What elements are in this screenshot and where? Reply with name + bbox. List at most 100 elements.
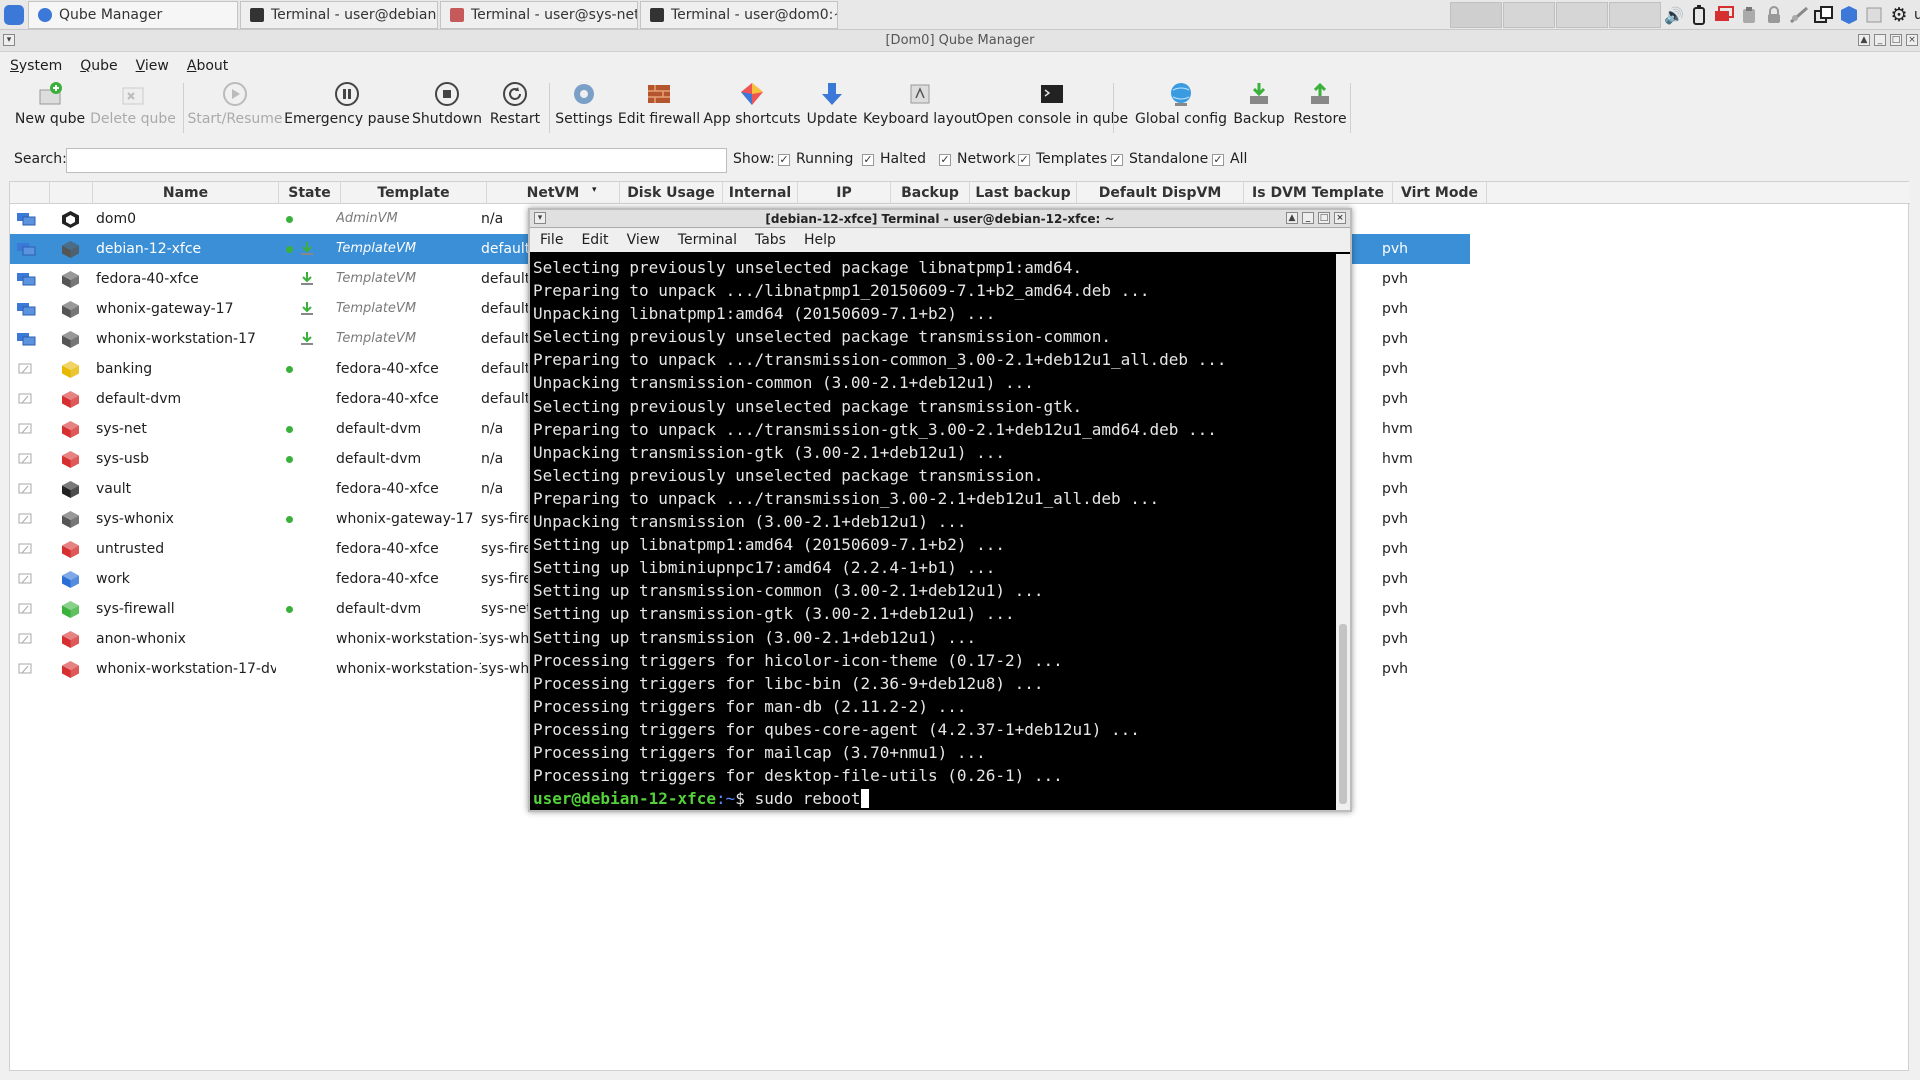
gear-icon[interactable]: ⚙ (1889, 4, 1909, 26)
taskbar-task[interactable]: Terminal - user@dom0:~/... (640, 1, 838, 29)
terminal-scroll-thumb[interactable] (1339, 624, 1347, 804)
terminal-menu-file[interactable]: File (540, 232, 563, 248)
column-header[interactable]: Virt Mode (1393, 182, 1487, 204)
column-header[interactable] (10, 182, 50, 204)
terminal-minimize-button[interactable]: _ (1302, 212, 1314, 224)
column-header[interactable]: Last backup (970, 182, 1077, 204)
lock-icon[interactable] (1764, 5, 1784, 25)
workspace-2[interactable] (1503, 2, 1555, 28)
terminal-maximize-button[interactable]: □ (1318, 212, 1330, 224)
terminal-output[interactable]: Selecting previously unselected package … (530, 254, 1336, 810)
filter-network-checkbox[interactable]: ✓ (939, 154, 951, 166)
volume-icon[interactable]: 🔊 (1664, 5, 1684, 25)
maximize-button[interactable]: □ (1890, 34, 1902, 46)
qube-cube-icon (61, 420, 80, 439)
filter-templates-checkbox[interactable]: ✓ (1018, 154, 1030, 166)
delete-qube-icon (118, 79, 148, 109)
windows-icon[interactable] (1814, 5, 1834, 25)
shade-button[interactable]: ▲ (1858, 34, 1870, 46)
menu-qube[interactable]: Qube (80, 58, 117, 74)
start-menu-icon[interactable] (4, 5, 24, 25)
qube-virt-mode: pvh (1382, 481, 1409, 497)
app-qube-icon (16, 662, 36, 677)
taskbar-task[interactable]: Terminal - user@sys-net:~ (440, 1, 638, 29)
terminal-menu-view[interactable]: View (627, 232, 660, 248)
qube-template: fedora-40-xfce (336, 391, 439, 407)
terminal-menu-tabs[interactable]: Tabs (755, 232, 786, 248)
open-console-in-qube-button[interactable]: Open console in qube (976, 79, 1128, 135)
terminal-menu-help[interactable]: Help (804, 232, 836, 248)
toolbar-separator (549, 83, 550, 133)
column-header[interactable] (50, 182, 93, 204)
workspace-1[interactable] (1450, 2, 1502, 28)
taskbar-task[interactable]: Qube Manager (28, 1, 238, 29)
running-status-icon (286, 366, 293, 373)
column-header[interactable]: IP (798, 182, 891, 204)
devices-icon[interactable] (1714, 5, 1734, 25)
column-header[interactable]: Template (341, 182, 487, 204)
column-header[interactable]: Default DispVM (1077, 182, 1244, 204)
column-header[interactable]: Internal (723, 182, 798, 204)
search-icon (38, 8, 52, 22)
column-header[interactable]: Disk Usage (620, 182, 723, 204)
running-status-icon (286, 246, 293, 253)
column-header[interactable]: State (279, 182, 341, 204)
qube-name: whonix-workstation-17 (96, 331, 256, 347)
user-label[interactable]: user (1914, 7, 1920, 23)
updates-icon[interactable] (1864, 5, 1884, 25)
qubes-domains-icon[interactable] (1839, 5, 1859, 25)
qube-virt-mode: pvh (1382, 391, 1409, 407)
qube-virt-mode: pvh (1382, 511, 1409, 527)
terminal-line: Processing triggers for libc-bin (2.36-9… (533, 673, 1044, 693)
terminal-menu-terminal[interactable]: Terminal (678, 232, 737, 248)
qube-cube-icon (61, 660, 80, 679)
terminal-line: Processing triggers for desktop-file-uti… (533, 766, 1063, 786)
terminal-menu-edit[interactable]: Edit (581, 232, 608, 248)
terminal-scrollbar[interactable] (1336, 254, 1350, 810)
window-title: [Dom0] Qube Manager (885, 33, 1035, 48)
column-header[interactable]: Backup (891, 182, 970, 204)
menu-about[interactable]: About (187, 58, 228, 74)
toolbar-label: Open console in qube (975, 111, 1129, 127)
terminal-close-button[interactable]: × (1334, 212, 1346, 224)
terminal-line: Setting up transmission (3.00-2.1+deb12u… (533, 627, 977, 647)
terminal-titlebar[interactable]: [debian-12-xfce] Terminal - user@debian-… (530, 210, 1350, 228)
keyboard-layout-button[interactable]: Keyboard layout (850, 79, 990, 135)
terminal-line: Selecting previously unselected package … (533, 465, 1044, 485)
battery-icon[interactable] (1689, 5, 1709, 25)
terminal-shade-button[interactable]: ▲ (1286, 212, 1298, 224)
close-button[interactable]: × (1906, 34, 1918, 46)
terminal-window[interactable]: [debian-12-xfce] Terminal - user@debian-… (528, 208, 1352, 812)
clipboard-icon[interactable] (1739, 5, 1759, 25)
qube-virt-mode: pvh (1382, 541, 1409, 557)
taskbar-task[interactable]: Terminal - user@debian-1... (240, 1, 438, 29)
qube-template: whonix-workstation-17 (336, 661, 481, 677)
qube-template: default-dvm (336, 421, 422, 437)
filter-all-checkbox[interactable]: ✓ (1212, 154, 1224, 166)
qube-virt-mode: hvm (1382, 421, 1413, 437)
workspace-4[interactable] (1609, 2, 1661, 28)
terminal-icon (450, 8, 464, 22)
qube-template: fedora-40-xfce (336, 571, 439, 587)
menu-view[interactable]: View (136, 58, 169, 74)
app-qube-icon (16, 512, 36, 527)
filter-halted-checkbox[interactable]: ✓ (862, 154, 874, 166)
restore-button[interactable]: Restore (1250, 79, 1390, 135)
app-qube-icon (16, 632, 36, 647)
workspace-3[interactable] (1556, 2, 1608, 28)
qube-name: whonix-workstation-17-dvm (96, 661, 276, 677)
filter-running-checkbox[interactable]: ✓ (778, 154, 790, 166)
qube-template: default-dvm (336, 451, 422, 467)
terminal-menu-icon[interactable]: ▾ (534, 212, 546, 224)
column-header[interactable]: NetVM (487, 182, 620, 204)
filter-standalone-checkbox[interactable]: ✓ (1111, 154, 1123, 166)
network-icon[interactable] (1789, 5, 1809, 25)
window-menu-icon[interactable]: ▾ (3, 34, 15, 46)
search-input[interactable] (66, 148, 727, 173)
column-header[interactable]: Is DVM Template (1244, 182, 1393, 204)
minimize-button[interactable]: _ (1874, 34, 1886, 46)
menu-system[interactable]: System (10, 58, 62, 74)
column-header[interactable]: Name (93, 182, 279, 204)
qube-name: banking (96, 361, 153, 377)
terminal-line: Preparing to unpack .../transmission_3.0… (533, 488, 1160, 508)
